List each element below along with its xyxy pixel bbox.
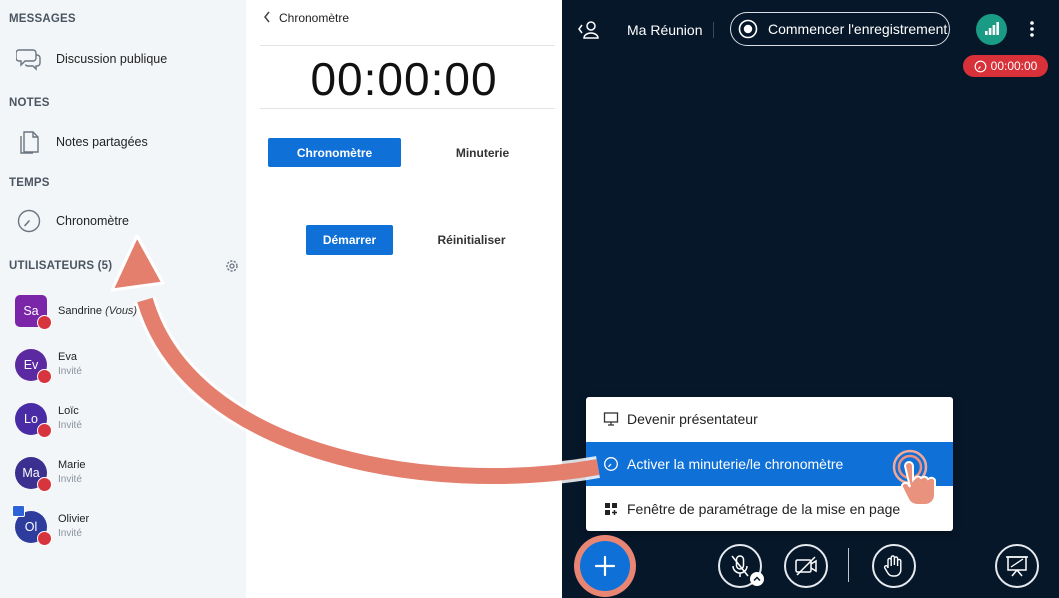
user-list-toggle-icon[interactable] [576, 18, 602, 42]
notes-icon [20, 131, 39, 154]
presenter-icon [12, 505, 25, 517]
raise-hand-button[interactable] [872, 544, 916, 588]
start-recording-label: Commencer l'enregistrement [768, 21, 948, 37]
messages-section-title: MESSAGES [9, 13, 76, 25]
hand-icon [883, 555, 902, 577]
menu-item-become-presenter[interactable]: Devenir présentateur [586, 397, 953, 441]
chevron-left-icon[interactable] [262, 10, 272, 24]
start-recording-button[interactable]: Commencer l'enregistrement [730, 12, 950, 46]
chevron-up-icon[interactable] [750, 572, 764, 586]
user-role: Invité [58, 366, 82, 377]
layout-icon [605, 503, 617, 515]
menu-item-label: Devenir présentateur [627, 411, 758, 427]
divider [260, 108, 555, 109]
mic-muted-icon [37, 315, 52, 330]
sidebar-item-label: Chronomètre [56, 214, 129, 228]
sidebar-item-label: Notes partagées [56, 135, 148, 149]
sidebar-item-stopwatch[interactable]: Chronomètre [0, 201, 246, 241]
user-role: Invité [58, 474, 82, 485]
record-icon [738, 19, 758, 39]
divider [713, 22, 714, 38]
user-item[interactable]: Ev Eva Invité [0, 349, 246, 399]
users-section-title: UTILISATEURS (5) [9, 260, 113, 272]
sidebar-item-public-chat[interactable]: Discussion publique [0, 39, 246, 79]
clock-icon [604, 457, 618, 471]
clock-icon [974, 60, 987, 72]
divider [848, 548, 849, 582]
timer-badge[interactable]: 00:00:00 [963, 55, 1048, 77]
clock-icon [17, 209, 41, 233]
user-name: Marie [58, 459, 86, 471]
mic-muted-icon [37, 531, 52, 546]
user-name: Sandrine (Vous) [58, 305, 138, 317]
actions-menu: Devenir présentateur Activer la minuteri… [586, 397, 953, 531]
menu-item-label: Activer la minuterie/le chronomètre [627, 456, 844, 472]
menu-item-activate-timer[interactable]: Activer la minuterie/le chronomètre [586, 442, 953, 486]
stopwatch-panel: Chronomètre 00:00:00 Chronomètre Minuter… [246, 0, 562, 598]
reset-button[interactable]: Réinitialiser [424, 225, 519, 255]
notes-section-title: NOTES [9, 97, 50, 109]
mic-muted-icon [37, 369, 52, 384]
camera-off-icon [795, 556, 817, 576]
gear-icon[interactable] [224, 258, 240, 274]
sidebar-item-label: Discussion publique [56, 52, 168, 66]
sidebar: MESSAGES Discussion publique NOTES Notes… [0, 0, 246, 598]
user-role: Invité [58, 420, 82, 431]
presentation-icon [1006, 556, 1028, 577]
meeting-name: Ma Réunion [627, 22, 703, 38]
user-item[interactable]: Ol Olivier Invité [0, 505, 246, 561]
hide-presentation-button[interactable] [995, 544, 1039, 588]
menu-item-layout-settings[interactable]: Fenêtre de paramétrage de la mise en pag… [586, 487, 953, 531]
connection-status-icon[interactable] [976, 14, 1007, 45]
user-item[interactable]: Sa Sandrine (Vous) [0, 295, 246, 345]
menu-item-label: Fenêtre de paramétrage de la mise en pag… [627, 501, 901, 517]
sidebar-item-shared-notes[interactable]: Notes partagées [0, 122, 246, 162]
user-name: Loïc [58, 405, 79, 417]
user-name: Olivier [58, 513, 90, 525]
user-item[interactable]: Ma Marie Invité [0, 457, 246, 507]
timer-badge-value: 00:00:00 [990, 59, 1038, 73]
actions-button[interactable] [580, 541, 630, 591]
panel-title[interactable]: Chronomètre [279, 11, 349, 25]
divider [260, 45, 555, 46]
chat-icon [16, 49, 41, 71]
mic-muted-icon [37, 477, 52, 492]
more-options-icon[interactable] [1024, 16, 1040, 42]
user-item[interactable]: Lo Loïc Invité [0, 403, 246, 453]
time-section-title: TEMPS [9, 177, 50, 189]
tab-timer[interactable]: Minuterie [416, 138, 549, 167]
user-role: Invité [58, 528, 82, 539]
share-webcam-button[interactable] [784, 544, 828, 588]
stopwatch-display: 00:00:00 [310, 53, 498, 105]
tab-stopwatch[interactable]: Chronomètre [268, 138, 401, 167]
plus-icon [594, 555, 616, 577]
presentation-icon [603, 412, 619, 426]
user-name: Eva [58, 351, 77, 363]
start-button[interactable]: Démarrer [306, 225, 393, 255]
mic-muted-icon [37, 423, 52, 438]
